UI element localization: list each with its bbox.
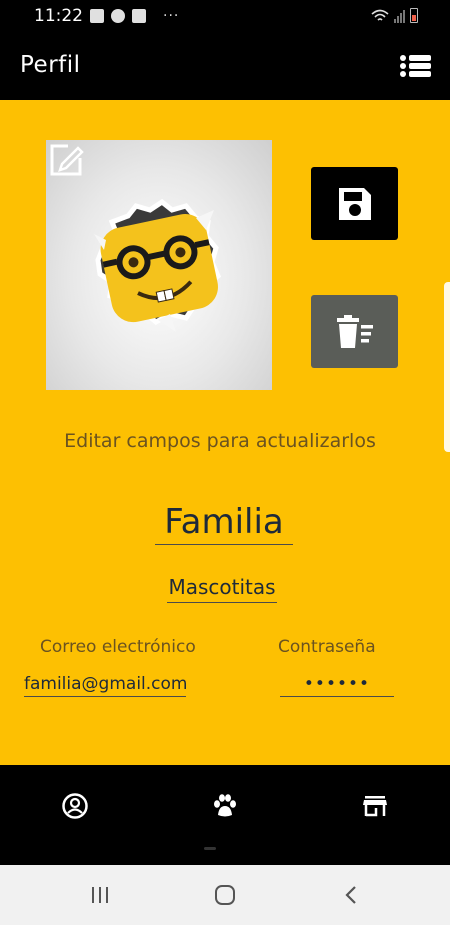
email-field[interactable]: familia@gmail.com [24, 674, 187, 697]
edit-hint: Editar campos para actualizarlos [64, 430, 376, 452]
save-button[interactable] [311, 167, 398, 240]
app-bar: Perfil [0, 32, 450, 100]
status-time: 11:22 [34, 6, 83, 26]
signal-icon [394, 9, 405, 23]
nav-active-indicator [204, 847, 216, 850]
message-notification-icon [132, 9, 146, 23]
email-label: Correo electrónico [40, 637, 196, 657]
recent-apps-icon[interactable] [88, 884, 112, 906]
notification-icons: ··· [90, 8, 179, 24]
page-title: Perfil [20, 52, 81, 78]
profile-content: Editar campos para actualizarlos Familia… [0, 100, 450, 765]
status-bar: 11:22 ··· [0, 0, 450, 32]
password-field[interactable]: •••••• [280, 674, 394, 697]
profile-photo[interactable] [46, 140, 272, 390]
password-label: Contraseña [278, 637, 376, 657]
wifi-icon [371, 9, 389, 21]
paw-icon[interactable] [210, 791, 240, 821]
system-status-icons [371, 8, 418, 23]
delete-button[interactable] [311, 295, 398, 368]
list-icon[interactable] [398, 52, 434, 80]
store-icon[interactable] [360, 791, 390, 821]
back-icon[interactable] [340, 884, 364, 906]
app-notification-icon [111, 9, 125, 23]
floppy-disk-icon [338, 187, 371, 220]
pet-name-field[interactable]: Mascotitas [167, 575, 277, 603]
bottom-navigation [0, 765, 450, 865]
family-name-field[interactable]: Familia [155, 502, 293, 545]
system-navigation-bar [0, 865, 450, 925]
edit-icon[interactable] [46, 140, 86, 180]
trash-list-icon [336, 314, 373, 348]
scroll-handle[interactable] [444, 282, 450, 452]
home-icon[interactable] [213, 884, 237, 906]
more-notifications-icon: ··· [163, 8, 180, 24]
battery-icon [410, 8, 418, 23]
gallery-notification-icon [90, 9, 104, 23]
account-circle-icon[interactable] [60, 791, 90, 821]
